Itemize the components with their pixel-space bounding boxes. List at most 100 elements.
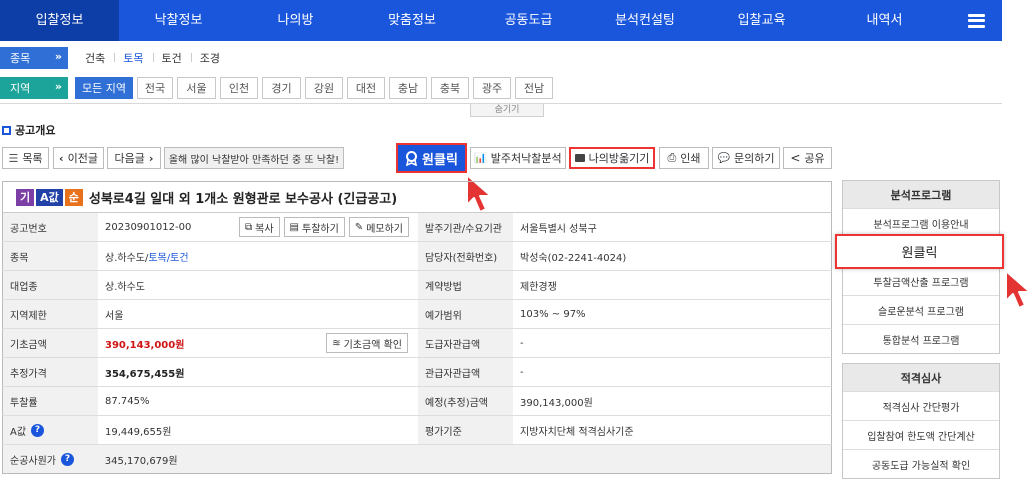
region-filter-row: 지역 » 모든 지역 전국 서울 인천 경기 강원 대전 충남 충북 광주 전남 xyxy=(0,76,557,100)
row-value: 상.하수도/ 토목/토건 xyxy=(98,242,418,270)
eligibility-quick-eval-link[interactable]: 적격심사 간단평가 xyxy=(843,391,999,420)
region-option-all[interactable]: 모든 지역 xyxy=(75,77,133,99)
menu-button[interactable] xyxy=(950,0,1002,41)
category-link[interactable]: 토목/토건 xyxy=(148,249,188,264)
inquiry-button[interactable]: 💬 문의하기 xyxy=(712,147,780,169)
net-cost-label: 순공사원가 xyxy=(10,455,56,467)
notice-title-bar: 기 A값 순 성북로4길 일대 외 1개소 원형관로 보수공사 (긴급공고) xyxy=(2,181,832,213)
hamburger-icon xyxy=(967,13,985,28)
table-row: 추정가격 354,675,455원 관급자관급액 - xyxy=(2,358,832,387)
nav-item-statement[interactable]: 내역서 xyxy=(819,0,950,41)
row-value: 390,143,000원 ≋ 기초금액 확인 xyxy=(98,329,418,357)
nav-item-award-info[interactable]: 낙찰정보 xyxy=(119,0,238,41)
share-button[interactable]: < 공유 xyxy=(783,147,832,169)
row-key: 예정(추정)금액 xyxy=(418,387,513,415)
double-chevron-right-icon: » xyxy=(54,80,62,93)
row-value: 서울특별시 성북구 xyxy=(520,223,597,235)
category-option-architecture[interactable]: 건축 xyxy=(76,50,114,66)
one-click-button[interactable]: 원클릭 xyxy=(396,143,467,173)
row-value: 20230901012-00 ⧉ 복사 ▤ 투찰하기 ✎ 메모하기 xyxy=(98,213,418,241)
region-option-daejeon[interactable]: 대전 xyxy=(347,77,385,99)
promo-banner[interactable]: 올해 많이 낙찰받아 만족하던 중 또 낙찰! xyxy=(164,147,344,169)
region-option-gwangju[interactable]: 광주 xyxy=(473,77,511,99)
table-row: 투찰률 87.745% 예정(추정)금액 390,143,000원 xyxy=(2,387,832,416)
print-label: 인쇄 xyxy=(680,152,701,165)
category-filter-label[interactable]: 종목 » xyxy=(0,47,68,69)
bid-button[interactable]: ▤ 투찰하기 xyxy=(283,217,345,237)
region-option-nationwide[interactable]: 전국 xyxy=(137,77,173,99)
sloan-analysis-link[interactable]: 슬로운분석 프로그램 xyxy=(843,295,999,324)
nav-item-analysis-consulting[interactable]: 분석컨설팅 xyxy=(586,0,704,41)
coins-icon: ≋ xyxy=(332,337,341,349)
region-option-seoul[interactable]: 서울 xyxy=(177,77,216,99)
next-button-label: 다음글 xyxy=(114,152,145,165)
row-key: 종목 xyxy=(3,242,98,270)
row-value: 345,170,679원 xyxy=(97,445,831,473)
region-option-gangwon[interactable]: 강원 xyxy=(305,77,343,99)
category-option-civil[interactable]: 토목 xyxy=(114,50,152,66)
memo-button[interactable]: ✎ 메모하기 xyxy=(348,217,410,237)
copy-button[interactable]: ⧉ 복사 xyxy=(239,217,280,237)
share-icon: < xyxy=(790,151,801,165)
row-key: 관급자관급액 xyxy=(418,358,513,386)
table-row: A값 ? 19,449,655원 평가기준 지방자치단체 적격심사기준 xyxy=(2,416,832,445)
bar-chart-icon: 📊 xyxy=(474,152,487,164)
nav-item-my-room[interactable]: 나의방 xyxy=(238,0,353,41)
category-option-civil-building[interactable]: 토건 xyxy=(152,50,191,66)
row-key: 공고번호 xyxy=(3,213,98,241)
tag-gi: 기 xyxy=(16,188,35,206)
row-key: 계약방법 xyxy=(418,271,513,299)
row-value: - xyxy=(520,337,524,349)
eligibility-panel: 적격심사 적격심사 간단평가 입찰참여 한도액 간단계산 공동도급 가능실적 확… xyxy=(842,363,1000,479)
region-option-chungbuk[interactable]: 충북 xyxy=(431,77,469,99)
section-square-icon xyxy=(2,125,11,135)
printer-icon: ⎙ xyxy=(667,151,677,164)
copy-label: 복사 xyxy=(255,223,274,235)
a-value-label: A값 xyxy=(10,426,27,438)
prev-button[interactable]: ‹ 이전글 xyxy=(53,147,104,169)
chevron-right-icon: › xyxy=(148,151,154,165)
row-key: A값 ? xyxy=(3,416,98,444)
row-value: - xyxy=(520,366,524,378)
inquiry-label: 문의하기 xyxy=(733,152,775,165)
cursor-arrow-icon xyxy=(1005,270,1031,309)
next-button[interactable]: 다음글 › xyxy=(107,147,161,169)
nav-item-joint-contract[interactable]: 공동도급 xyxy=(471,0,586,41)
table-row: 지역제한 서울 예가범위 103% ~ 97% xyxy=(2,300,832,329)
notice-number: 20230901012-00 xyxy=(105,221,192,233)
region-option-incheon[interactable]: 인천 xyxy=(220,77,258,99)
region-option-jeonnam[interactable]: 전남 xyxy=(515,77,553,99)
category-prefix: 상.하수도/ xyxy=(105,252,149,264)
bid-limit-calc-link[interactable]: 입찰참여 한도액 간단계산 xyxy=(843,420,999,449)
category-option-landscape[interactable]: 조경 xyxy=(190,50,229,66)
one-click-label: 원클릭 xyxy=(422,152,458,168)
one-click-highlight-button[interactable]: 원클릭 xyxy=(835,234,1004,269)
bid-amount-calc-link[interactable]: 투찰금액산출 프로그램 xyxy=(843,266,999,295)
award-analysis-label: 발주처낙찰분석 xyxy=(490,152,562,165)
nav-item-custom-info[interactable]: 맞춤정보 xyxy=(353,0,471,41)
analysis-program-header: 분석프로그램 xyxy=(843,181,999,208)
help-icon[interactable]: ? xyxy=(31,423,45,437)
row-value: 서울 xyxy=(105,310,124,322)
row-key: 발주기관/수요기관 xyxy=(418,213,513,241)
list-button[interactable]: ☰ 목록 xyxy=(2,147,49,169)
section-title: 공고개요 xyxy=(2,122,55,138)
region-option-chungnam[interactable]: 충남 xyxy=(389,77,427,99)
hide-filters-button[interactable]: 숨기기 xyxy=(470,104,544,117)
row-key: 예가범위 xyxy=(418,300,513,328)
nav-item-bid-education[interactable]: 입찰교육 xyxy=(704,0,819,41)
chat-bubble-icon: 💬 xyxy=(717,152,730,164)
analysis-program-guide-link[interactable]: 분석프로그램 이용안내 xyxy=(843,208,999,237)
help-icon[interactable]: ? xyxy=(61,452,74,466)
award-analysis-button[interactable]: 📊 발주처낙찰분석 xyxy=(470,147,566,169)
save-to-my-room-button[interactable]: 나의방옮기기 xyxy=(569,147,655,169)
eligibility-header: 적격심사 xyxy=(843,364,999,391)
row-key: 평가기준 xyxy=(418,416,513,444)
region-option-gyeonggi[interactable]: 경기 xyxy=(262,77,301,99)
joint-performance-check-link[interactable]: 공동도급 가능실적 확인 xyxy=(843,449,999,478)
print-button[interactable]: ⎙ 인쇄 xyxy=(659,147,709,169)
integrated-analysis-link[interactable]: 통합분석 프로그램 xyxy=(843,324,999,353)
region-filter-label[interactable]: 지역 » xyxy=(0,77,68,99)
nav-item-bid-info[interactable]: 입찰정보 xyxy=(0,0,119,41)
base-amount-check-button[interactable]: ≋ 기초금액 확인 xyxy=(326,333,408,353)
